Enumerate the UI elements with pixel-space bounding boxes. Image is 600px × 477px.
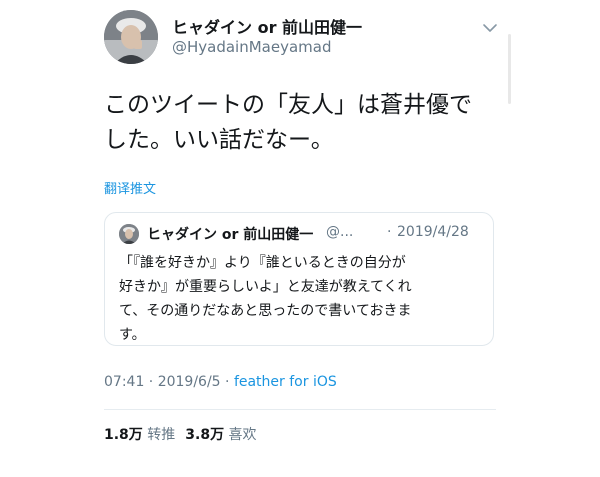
translate-tweet-link[interactable]: 翻译推文 bbox=[104, 178, 156, 197]
retweets-label: 转推 bbox=[147, 427, 176, 443]
profile-photo-icon bbox=[104, 10, 158, 64]
meta-separator: · bbox=[220, 374, 234, 390]
quoted-text-line: す。 bbox=[119, 327, 146, 343]
profile-photo-icon bbox=[119, 224, 139, 244]
tweet-text-line: した。いい話だなー。 bbox=[104, 127, 334, 153]
tweet-stats: 1.8万 转推 3.8万 喜欢 bbox=[104, 424, 257, 444]
quoted-text-line: 「『誰を好きか』より『誰といるときの自分が bbox=[119, 255, 406, 271]
tweet-source-link[interactable]: feather for iOS bbox=[234, 374, 337, 390]
tweet-text-line: このツイートの「友人」は蒼井優で bbox=[104, 92, 472, 118]
quoted-text-line: 好きか』が重要らしいよ」と友達が教えてくれ bbox=[119, 279, 412, 295]
quoted-date: 2019/4/28 bbox=[397, 224, 469, 240]
likes-count: 3.8万 bbox=[185, 427, 225, 443]
author-display-name[interactable]: ヒャダイン or 前山田健一 bbox=[172, 14, 362, 38]
retweets-count: 1.8万 bbox=[104, 427, 143, 443]
author-avatar[interactable] bbox=[104, 10, 158, 64]
tweet-text: このツイートの「友人」は蒼井優で した。いい話だなー。 bbox=[104, 88, 524, 158]
quoted-text-line: て、その通りだなあと思ったので書いておきま bbox=[119, 303, 412, 319]
likes-label: 喜欢 bbox=[228, 427, 257, 443]
retweets-stat[interactable]: 1.8万 转推 bbox=[104, 427, 175, 443]
quoted-tweet[interactable]: ヒャダイン or 前山田健一 @... · 2019/4/28 「『誰を好きか』… bbox=[104, 212, 494, 346]
tweet-menu-button[interactable] bbox=[480, 20, 500, 36]
tweet-meta: 07:41 · 2019/6/5 · feather for iOS bbox=[104, 374, 337, 390]
tweet-card: ヒャダイン or 前山田健一 @HyadainMaeyamad このツイートの「… bbox=[0, 0, 600, 477]
chevron-down-icon bbox=[483, 24, 497, 32]
divider bbox=[104, 409, 496, 410]
quoted-author-display-name: ヒャダイン or 前山田健一 bbox=[147, 227, 314, 243]
tweet-timestamp[interactable]: 07:41 · 2019/6/5 bbox=[104, 374, 221, 390]
author-handle[interactable]: @HyadainMaeyamad bbox=[172, 38, 332, 56]
quoted-text: 「『誰を好きか』より『誰といるときの自分が 好きか』が重要らしいよ」と友達が教え… bbox=[119, 251, 489, 347]
quoted-author-handle: @... bbox=[326, 224, 354, 240]
likes-stat[interactable]: 3.8万 喜欢 bbox=[185, 427, 256, 443]
quoted-separator: · bbox=[387, 224, 392, 240]
quoted-author-avatar bbox=[119, 224, 139, 244]
